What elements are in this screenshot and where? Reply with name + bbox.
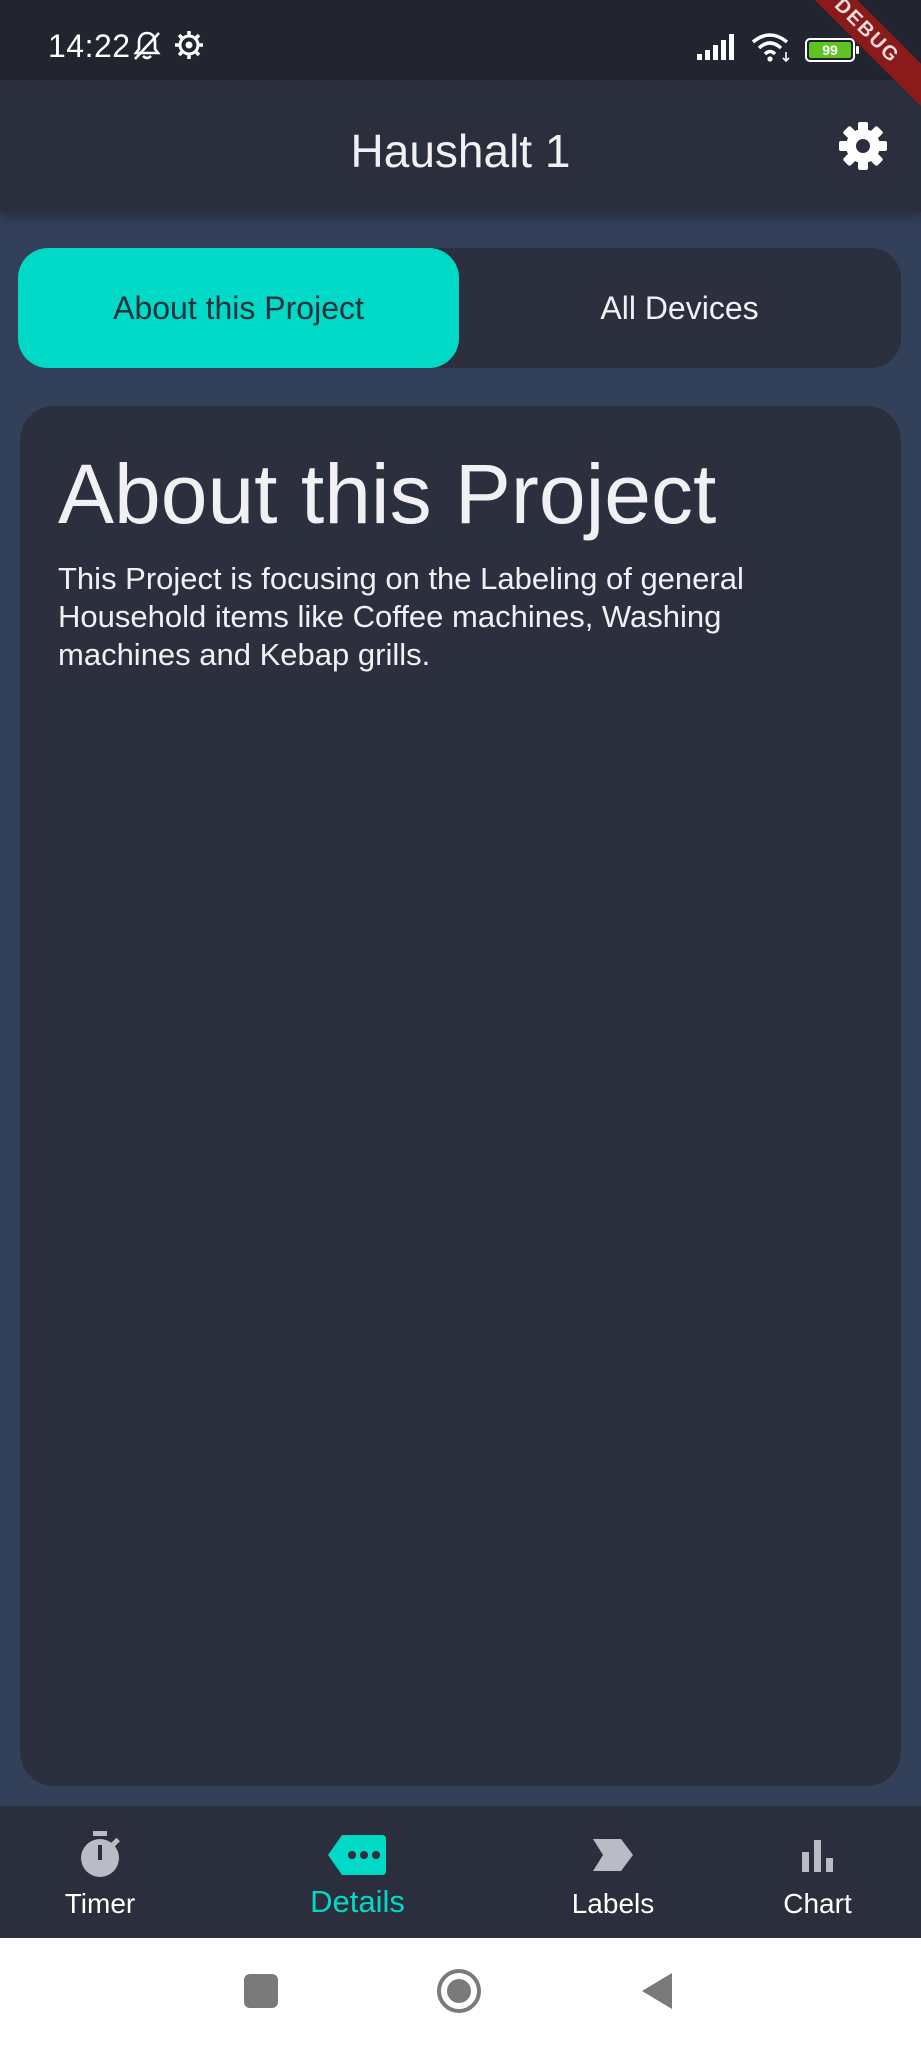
square-icon [243,1973,279,2014]
nav-label-chart: Chart [783,1888,852,1919]
home-button[interactable] [434,1968,484,2018]
nav-label-labels: Labels [571,1888,655,1919]
signal-icon [697,34,739,65]
battery-level: 99 [809,41,851,58]
about-title: About this Project [58,447,717,541]
nav-item-timer[interactable]: Timer [40,1806,160,1938]
nav-item-details[interactable]: Details [290,1806,425,1938]
status-bar: 14:22 99 [0,0,921,80]
status-left-icons [132,30,204,67]
about-description: This Project is focusing on the Labeling… [58,561,744,672]
nav-label-timer: Timer [64,1888,136,1919]
page-title: Haushalt 1 [350,125,571,177]
nav-label-details: Details [310,1884,405,1919]
bottom-navigation: Timer Details Labels Chart [0,1806,921,1938]
status-right-icons: 99 [697,32,859,67]
back-triangle-icon [638,1971,676,2016]
tab-label: About this Project [113,289,364,326]
status-time: 14:22 [48,28,131,64]
system-navigation-bar [0,1938,921,2048]
tab-about-this-project[interactable]: About this Project [18,248,459,368]
settings-cog-status-icon [174,30,204,67]
nav-item-labels[interactable]: Labels [553,1806,673,1938]
recents-button[interactable] [236,1968,286,2018]
segmented-tabs: About this Project All Devices [18,248,901,368]
nav-item-chart[interactable]: Chart [760,1806,875,1938]
tab-label: All Devices [600,289,759,326]
stopwatch-icon [77,1830,123,1880]
battery-icon: 99 [805,37,859,62]
details-tag-icon [327,1830,388,1880]
gear-icon [835,122,891,178]
tab-all-devices[interactable]: All Devices [459,248,900,368]
wifi-icon [751,32,793,67]
back-button[interactable] [632,1968,682,2018]
label-icon [591,1830,635,1880]
settings-button[interactable] [835,118,891,174]
about-card: About this Project This Project is focus… [20,406,901,1786]
notifications-off-icon [132,30,162,67]
bar-chart-icon [800,1830,836,1880]
home-circle-icon [435,1967,483,2020]
app-bar: Haushalt 1 [0,80,921,212]
